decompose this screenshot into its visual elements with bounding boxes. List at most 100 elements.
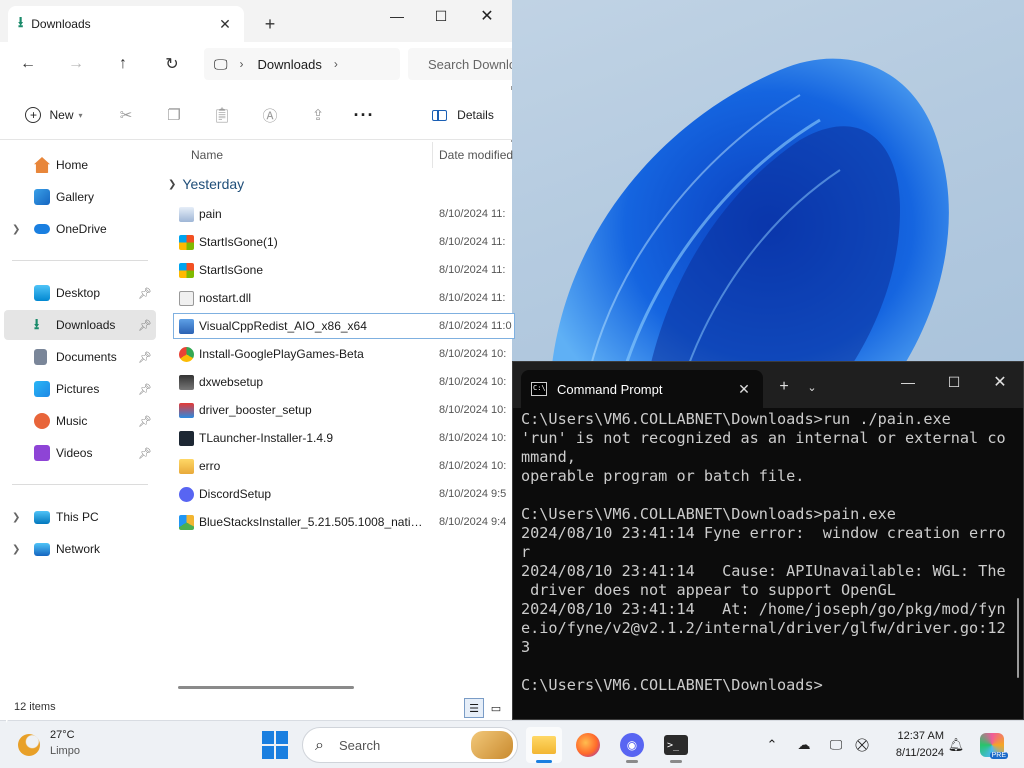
file-explorer-taskbar-button[interactable] <box>526 727 562 763</box>
onedrive-offline-icon[interactable]: ☁ <box>794 735 814 755</box>
copilot-icon[interactable]: PRE <box>980 733 1008 759</box>
maximize-button[interactable]: ☐ <box>418 2 464 30</box>
new-tab-button[interactable]: + <box>771 374 797 400</box>
nav-item-downloads[interactable]: ⭳ Downloads 📌︎ <box>4 310 156 340</box>
search-label: Search <box>339 737 381 753</box>
tab-dropdown-chevron-icon[interactable]: ⌄ <box>799 374 825 400</box>
search-input[interactable]: Search Downloads <box>408 48 512 80</box>
close-window-button[interactable]: ✕ <box>464 2 510 30</box>
maximize-button[interactable]: ☐ <box>931 368 977 396</box>
clock[interactable]: 12:37 AM 8/11/2024 <box>880 728 944 762</box>
nav-item-this-pc[interactable]: ❯ This PC <box>4 502 156 532</box>
nav-item-gallery[interactable]: Gallery <box>4 182 156 212</box>
close-window-button[interactable]: ✕ <box>977 368 1023 396</box>
file-date-modified: 8/10/2024 11: <box>439 264 506 276</box>
gallery-icon <box>34 189 50 205</box>
file-row[interactable]: VisualCppRedist_AIO_x86_x64 8/10/2024 11:… <box>173 313 515 339</box>
file-date-modified: 8/10/2024 11: <box>439 236 506 248</box>
monitor-icon: 🖵 <box>214 55 228 72</box>
notification-bell-icon[interactable]: 🔔︎ <box>946 735 966 755</box>
terminal-output[interactable]: C:\Users\VM6.COLLABNET\Downloads>run ./p… <box>521 410 1011 716</box>
nav-item-music[interactable]: Music 📌︎ <box>4 406 156 436</box>
weather-temperature: 27°C <box>50 729 75 741</box>
nav-item-network[interactable]: ❯ Network <box>4 534 156 564</box>
new-button[interactable]: + New ▾ <box>14 100 94 130</box>
file-row[interactable]: TLauncher-Installer-1.4.9 8/10/2024 10: <box>174 426 514 450</box>
more-options-icon[interactable]: ··· <box>346 100 382 130</box>
column-divider[interactable] <box>432 142 433 168</box>
file-row[interactable]: StartIsGone(1) 8/10/2024 11: <box>174 230 514 254</box>
start-button[interactable] <box>262 731 290 759</box>
tab-title: Downloads <box>31 17 91 31</box>
address-bar[interactable]: 🖵 › Downloads › <box>204 48 400 80</box>
nav-item-documents[interactable]: Documents 📌︎ <box>4 342 156 372</box>
terminal-line: 3 <box>521 638 531 656</box>
nav-item-pictures[interactable]: Pictures 📌︎ <box>4 374 156 404</box>
up-button[interactable]: ↑ <box>108 50 138 78</box>
discord-taskbar-button[interactable]: ◉ <box>614 727 650 763</box>
details-view-button[interactable]: ☰ <box>464 698 484 718</box>
paste-icon[interactable]: 📋︎ <box>209 100 235 130</box>
chevron-right-icon[interactable]: ❯ <box>12 544 20 555</box>
display-icon[interactable]: 🖵 <box>826 735 846 755</box>
close-tab-icon[interactable]: ✕ <box>731 376 757 402</box>
nav-item-desktop[interactable]: Desktop 📌︎ <box>4 278 156 308</box>
file-name: StartIsGone <box>199 263 264 277</box>
terminal-line: C:\Users\VM6.COLLABNET\Downloads>run ./p… <box>521 410 951 428</box>
file-row[interactable]: dxwebsetup 8/10/2024 10: <box>174 370 514 394</box>
nav-label: This PC <box>56 510 99 524</box>
nav-label: Home <box>56 158 89 172</box>
nav-item-home[interactable]: Home <box>4 150 156 180</box>
chevron-right-icon[interactable]: ❯ <box>12 512 20 523</box>
refresh-button[interactable]: ↻ <box>157 50 187 78</box>
vertical-scrollbar[interactable] <box>1017 598 1019 678</box>
cut-icon[interactable]: ✂ <box>113 100 139 130</box>
file-row[interactable]: StartIsGone 8/10/2024 11: <box>174 258 514 282</box>
network-status-icon[interactable]: ⛒ <box>852 735 872 755</box>
chevron-right-icon[interactable]: ❯ <box>12 224 20 235</box>
breadcrumb-downloads[interactable]: Downloads <box>258 57 322 72</box>
file-name: BlueStacksInstaller_5.21.505.1008_native… <box>199 515 425 529</box>
forward-button[interactable]: → <box>61 50 91 78</box>
horizontal-scrollbar[interactable] <box>178 686 354 689</box>
terminal-line: C:\Users\VM6.COLLABNET\Downloads> <box>521 676 823 694</box>
close-tab-icon[interactable]: ✕ <box>212 11 238 37</box>
column-header-name[interactable]: Name <box>191 148 223 162</box>
file-row[interactable]: DiscordSetup 8/10/2024 9:5 <box>174 482 514 506</box>
new-tab-button[interactable]: + <box>256 10 284 38</box>
command-bar: + New ▾ ✂ ❐ 📋︎ Ⓐ ⇪ ··· Details <box>0 90 512 140</box>
file-row[interactable]: driver_booster_setup 8/10/2024 10: <box>174 398 514 422</box>
file-row[interactable]: erro 8/10/2024 10: <box>174 454 514 478</box>
copy-icon[interactable]: ❐ <box>161 100 187 130</box>
file-row[interactable]: Install-GooglePlayGames-Beta 8/10/2024 10… <box>174 342 514 366</box>
file-date-modified: 8/10/2024 9:4 <box>439 516 507 528</box>
minimize-button[interactable]: — <box>374 2 420 30</box>
weather-widget[interactable]: 27°C Limpo <box>16 727 106 763</box>
running-indicator <box>536 760 552 763</box>
terminal-line: 2024/08/10 23:41:14 Fyne error: window c… <box>521 524 1006 542</box>
tab-downloads[interactable]: ⭳ Downloads ✕ <box>8 6 244 42</box>
windows-logo-tile <box>262 746 274 759</box>
terminal-taskbar-button[interactable]: >_ <box>658 727 694 763</box>
minimize-button[interactable]: — <box>885 368 931 396</box>
firefox-taskbar-button[interactable] <box>570 727 606 763</box>
file-list: Name Date modified ❯ Yesterday pain 8/10/… <box>160 142 515 698</box>
rename-icon[interactable]: Ⓐ <box>257 100 283 130</box>
tiles-view-button[interactable]: ▭ <box>486 698 506 718</box>
group-header-yesterday[interactable]: ❯ Yesterday <box>168 176 244 192</box>
column-header-date-modified[interactable]: Date modified <box>439 148 513 162</box>
chevron-up-icon[interactable]: ⌃ <box>762 735 782 755</box>
pin-icon: 📌︎ <box>138 319 152 332</box>
details-pane-button[interactable]: Details <box>418 100 508 130</box>
nav-label: Network <box>56 542 101 556</box>
file-row[interactable]: nostart.dll 8/10/2024 11: <box>174 286 514 310</box>
tab-command-prompt[interactable]: C:\ Command Prompt ✕ <box>521 370 763 408</box>
nav-item-onedrive[interactable]: ❯ OneDrive <box>4 214 156 244</box>
taskbar-search-box[interactable]: ⌕ Search <box>302 727 518 763</box>
nav-item-videos[interactable]: Videos 📌︎ <box>4 438 156 468</box>
share-icon[interactable]: ⇪ <box>305 100 331 130</box>
back-button[interactable]: ← <box>13 50 43 78</box>
file-row[interactable]: pain 8/10/2024 11: <box>174 202 514 226</box>
file-row[interactable]: BlueStacksInstaller_5.21.505.1008_native… <box>174 510 514 534</box>
